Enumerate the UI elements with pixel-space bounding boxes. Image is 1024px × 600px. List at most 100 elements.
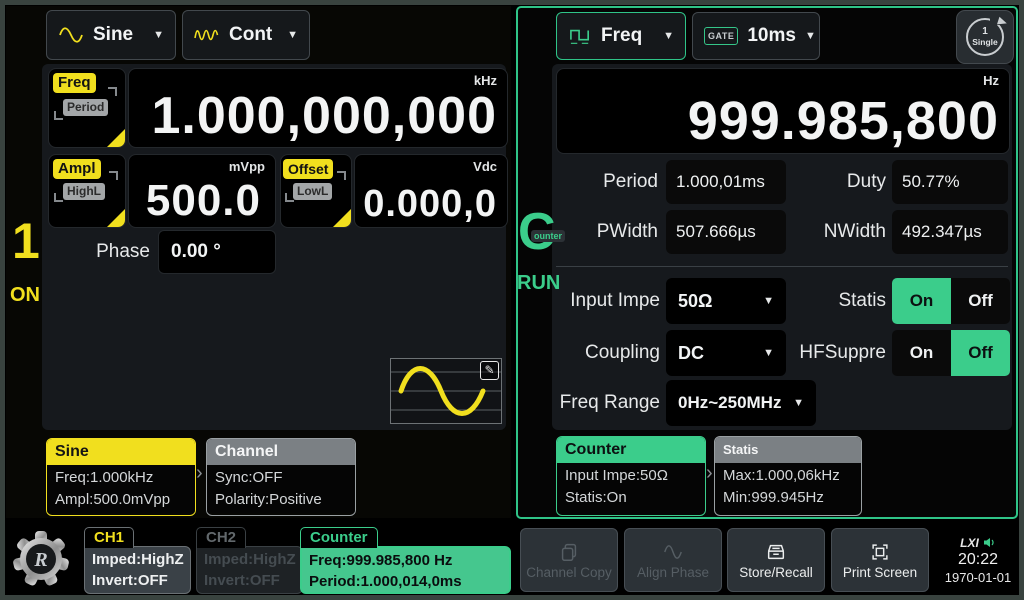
ampl-unit: mVpp bbox=[229, 159, 265, 174]
offset-param-selector[interactable]: Offset LowL bbox=[280, 154, 352, 228]
lxi-label: LXI bbox=[960, 536, 979, 550]
settings-divider bbox=[556, 266, 1008, 267]
statis-card-title: Statis bbox=[715, 437, 861, 463]
tab-ch2[interactable]: CH2 Imped:HighZ Invert:OFF bbox=[196, 527, 303, 594]
gate-value: 10ms bbox=[747, 25, 796, 47]
status-time: 20:22 bbox=[958, 551, 998, 569]
brand-logo: R bbox=[10, 524, 72, 594]
sine-settings-card[interactable]: Sine Freq:1.000kHz Ampl:500.0mVpp bbox=[46, 438, 196, 516]
gate-tag: GATE bbox=[704, 27, 738, 45]
statis-card-line2: Min:999.945Hz bbox=[723, 487, 853, 509]
archive-icon bbox=[764, 541, 788, 563]
channel-card-title: Channel bbox=[207, 439, 355, 465]
pwidth-label: PWidth bbox=[548, 210, 658, 254]
statis-card[interactable]: Statis Max:1.000,06kHz Min:999.945Hz bbox=[714, 436, 862, 516]
counter-meas-dropdown[interactable]: Freq ▼ bbox=[556, 12, 686, 60]
copy-icon bbox=[558, 541, 580, 563]
store-recall-button[interactable]: Store/Recall bbox=[727, 528, 825, 592]
ampl-value: 500.0 bbox=[146, 176, 261, 226]
freq-value-display[interactable]: kHz 1.000,000,000 bbox=[128, 68, 508, 148]
hfsuppre-off-button[interactable]: Off bbox=[951, 330, 1010, 376]
store-recall-label: Store/Recall bbox=[739, 565, 813, 580]
counter-tab-line2: Period:1.000,014,0ms bbox=[309, 571, 502, 592]
gate-time-dropdown[interactable]: GATE 10ms ▼ bbox=[692, 12, 820, 60]
mode-dropdown-label: Cont bbox=[229, 24, 272, 46]
phase-label: Phase bbox=[58, 240, 150, 264]
freq-range-label: Freq Range bbox=[540, 380, 660, 426]
channel-copy-button: Channel Copy bbox=[520, 528, 618, 592]
counter-meas-label: Freq bbox=[601, 25, 642, 47]
hfsuppre-on-button[interactable]: On bbox=[892, 330, 951, 376]
screenshot-icon bbox=[868, 541, 892, 563]
counter-card-line1: Input Impe:50Ω bbox=[565, 465, 697, 487]
offset-unit: Vdc bbox=[473, 159, 497, 174]
knob-corner-icon bbox=[333, 209, 351, 227]
focus-corner-icon bbox=[54, 111, 63, 120]
ch2-line2: Invert:OFF bbox=[204, 570, 295, 591]
phase-value: 0.00 ° bbox=[171, 241, 221, 263]
sine-card-line2: Ampl:500.0mVpp bbox=[55, 489, 187, 511]
mode-dropdown[interactable]: Cont ▼ bbox=[182, 10, 310, 60]
hfsuppre-label: HFSuppre bbox=[768, 330, 886, 376]
sine-card-title: Sine bbox=[47, 439, 195, 465]
statis-toggle: On Off bbox=[892, 278, 1010, 324]
focus-corner-icon bbox=[109, 171, 118, 180]
coupling-value: DC bbox=[678, 343, 704, 364]
tab-counter[interactable]: Counter Freq:999.985,800 Hz Period:1.000… bbox=[300, 527, 511, 594]
nwidth-value: 492.347µs bbox=[892, 210, 1008, 254]
duty-label: Duty bbox=[790, 160, 886, 204]
pulse-measure-icon bbox=[568, 26, 592, 46]
hfsuppre-toggle: On Off bbox=[892, 330, 1010, 376]
gear-logo-icon: R bbox=[13, 529, 69, 589]
focus-corner-icon bbox=[54, 193, 63, 202]
counter-card-title: Counter bbox=[557, 437, 705, 463]
offset-value: 0.000,0 bbox=[363, 183, 497, 226]
channel-settings-card[interactable]: Channel Sync:OFF Polarity:Positive bbox=[206, 438, 356, 516]
phase-input[interactable]: 0.00 ° bbox=[158, 230, 276, 274]
offset-value-display[interactable]: Vdc 0.000,0 bbox=[354, 154, 508, 228]
nwidth-label: NWidth bbox=[770, 210, 886, 254]
align-phase-label: Align Phase bbox=[637, 565, 709, 580]
print-screen-button[interactable]: Print Screen bbox=[831, 528, 929, 592]
align-phase-button: Align Phase bbox=[624, 528, 722, 592]
waveform-dropdown-label: Sine bbox=[93, 24, 133, 46]
tab-ch1[interactable]: CH1 Imped:HighZ Invert:OFF bbox=[84, 527, 191, 594]
chevron-right-icon: › bbox=[196, 462, 203, 485]
single-circle-arrow-icon: 1 Single bbox=[966, 18, 1004, 56]
counter-card-line2: Statis:On bbox=[565, 487, 697, 509]
chevron-down-icon: ▼ bbox=[805, 30, 816, 42]
chevron-down-icon: ▼ bbox=[153, 29, 164, 41]
logo-letter: R bbox=[33, 549, 47, 571]
input-impe-value: 50Ω bbox=[678, 291, 712, 312]
counter-settings-card[interactable]: Counter Input Impe:50Ω Statis:On bbox=[556, 436, 706, 516]
sine-card-line1: Freq:1.000kHz bbox=[55, 467, 187, 489]
knob-corner-icon bbox=[107, 129, 125, 147]
waveform-preview[interactable]: ✎ bbox=[390, 358, 502, 424]
freq-range-select[interactable]: 0Hz~250MHz ▼ bbox=[666, 380, 816, 426]
chevron-down-icon: ▼ bbox=[763, 295, 774, 307]
instrument-screen: 1 ON Sine ▼ Cont ▼ Freq Period kHz 1.000… bbox=[0, 0, 1024, 600]
statis-on-button[interactable]: On bbox=[892, 278, 951, 324]
speaker-icon bbox=[983, 537, 996, 548]
freq-param-selector[interactable]: Freq Period bbox=[48, 68, 126, 148]
ch2-line1: Imped:HighZ bbox=[204, 549, 295, 570]
single-trigger-button[interactable]: 1 Single bbox=[956, 10, 1014, 64]
focus-corner-icon bbox=[337, 171, 346, 180]
ampl-value-display[interactable]: mVpp 500.0 bbox=[128, 154, 276, 228]
lowl-alt-label: LowL bbox=[293, 183, 332, 200]
statis-card-line1: Max:1.000,06kHz bbox=[723, 465, 853, 487]
counter-freq-unit: Hz bbox=[983, 73, 999, 88]
statis-off-button[interactable]: Off bbox=[951, 278, 1010, 324]
ampl-param-label: Ampl bbox=[53, 159, 101, 179]
ch1-line1: Imped:HighZ bbox=[92, 549, 183, 570]
focus-corner-icon bbox=[108, 87, 117, 96]
waveform-dropdown[interactable]: Sine ▼ bbox=[46, 10, 176, 60]
ampl-param-selector[interactable]: Ampl HighL bbox=[48, 154, 126, 228]
continuous-wave-icon bbox=[194, 27, 220, 43]
chevron-down-icon: ▼ bbox=[663, 30, 674, 42]
period-label: Period bbox=[548, 160, 658, 204]
counter-freq-display: Hz 999.985,800 bbox=[556, 68, 1010, 154]
input-impe-select[interactable]: 50Ω ▼ bbox=[666, 278, 786, 324]
counter-freq-value: 999.985,800 bbox=[688, 90, 999, 152]
edit-waveform-icon[interactable]: ✎ bbox=[480, 361, 499, 380]
